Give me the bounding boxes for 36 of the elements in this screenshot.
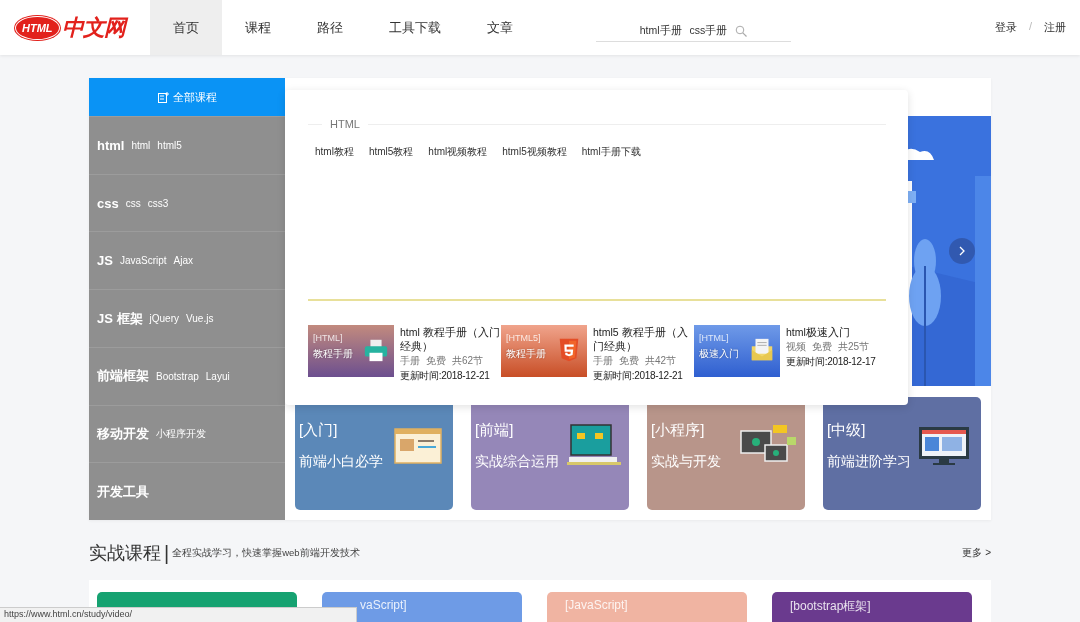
course-meta: 免费 bbox=[426, 354, 446, 368]
promo-tag: [前端] bbox=[475, 421, 629, 440]
thumbnail-label: 极速入门 bbox=[699, 347, 739, 361]
course-card-title: [JavaScript] bbox=[565, 598, 628, 612]
course-meta: 共42节 bbox=[645, 354, 677, 368]
link-url-tooltip: https://www.html.cn/study/video/ bbox=[0, 607, 357, 622]
course-meta: 手册 bbox=[593, 354, 613, 368]
promo-title: 实战综合运用 bbox=[475, 453, 560, 471]
promo-tag: [中级] bbox=[827, 421, 981, 440]
promo-tag: [小程序] bbox=[651, 421, 805, 440]
course-meta: 免费 bbox=[619, 354, 639, 368]
separator: | bbox=[164, 541, 170, 565]
section-subtitle: 全程实战学习，快速掌握web前端开发技术 bbox=[172, 546, 360, 560]
thumbnail-tag: [HTML] bbox=[313, 333, 343, 343]
promo-title: 前端进阶学习 bbox=[827, 453, 912, 471]
course-meta: 视频 bbox=[786, 340, 806, 354]
promo-tag: [入门] bbox=[299, 421, 453, 440]
course-card-title: [bootstrap框架] bbox=[790, 599, 871, 613]
course-meta: 共62节 bbox=[452, 354, 484, 368]
thumbnail-label: 教程手册 bbox=[313, 347, 353, 361]
course-meta: 手册 bbox=[400, 354, 420, 368]
section-title: 实战课程 bbox=[89, 542, 161, 565]
separator: / bbox=[1028, 20, 1032, 34]
update-time: 更新时间:2018-12-21 bbox=[593, 369, 684, 383]
thumbnail-tag: [HTML5] bbox=[506, 333, 541, 343]
promo-title: 前端小白必学 bbox=[299, 453, 384, 471]
course-meta: 共25节 bbox=[838, 340, 870, 354]
thumbnail-tag: [HTML] bbox=[699, 333, 729, 343]
course-card-title: vaScript] bbox=[360, 598, 407, 612]
thumbnail-label: 教程手册 bbox=[506, 347, 546, 361]
panel-heading: HTML bbox=[330, 118, 360, 130]
sidebar-title: 全部课程 bbox=[172, 89, 217, 105]
course-meta: 免费 bbox=[812, 340, 832, 354]
promo-title: 实战与开发 bbox=[651, 453, 722, 471]
update-time: 更新时间:2018-12-21 bbox=[400, 369, 491, 383]
update-time: 更新时间:2018-12-17 bbox=[786, 355, 877, 369]
